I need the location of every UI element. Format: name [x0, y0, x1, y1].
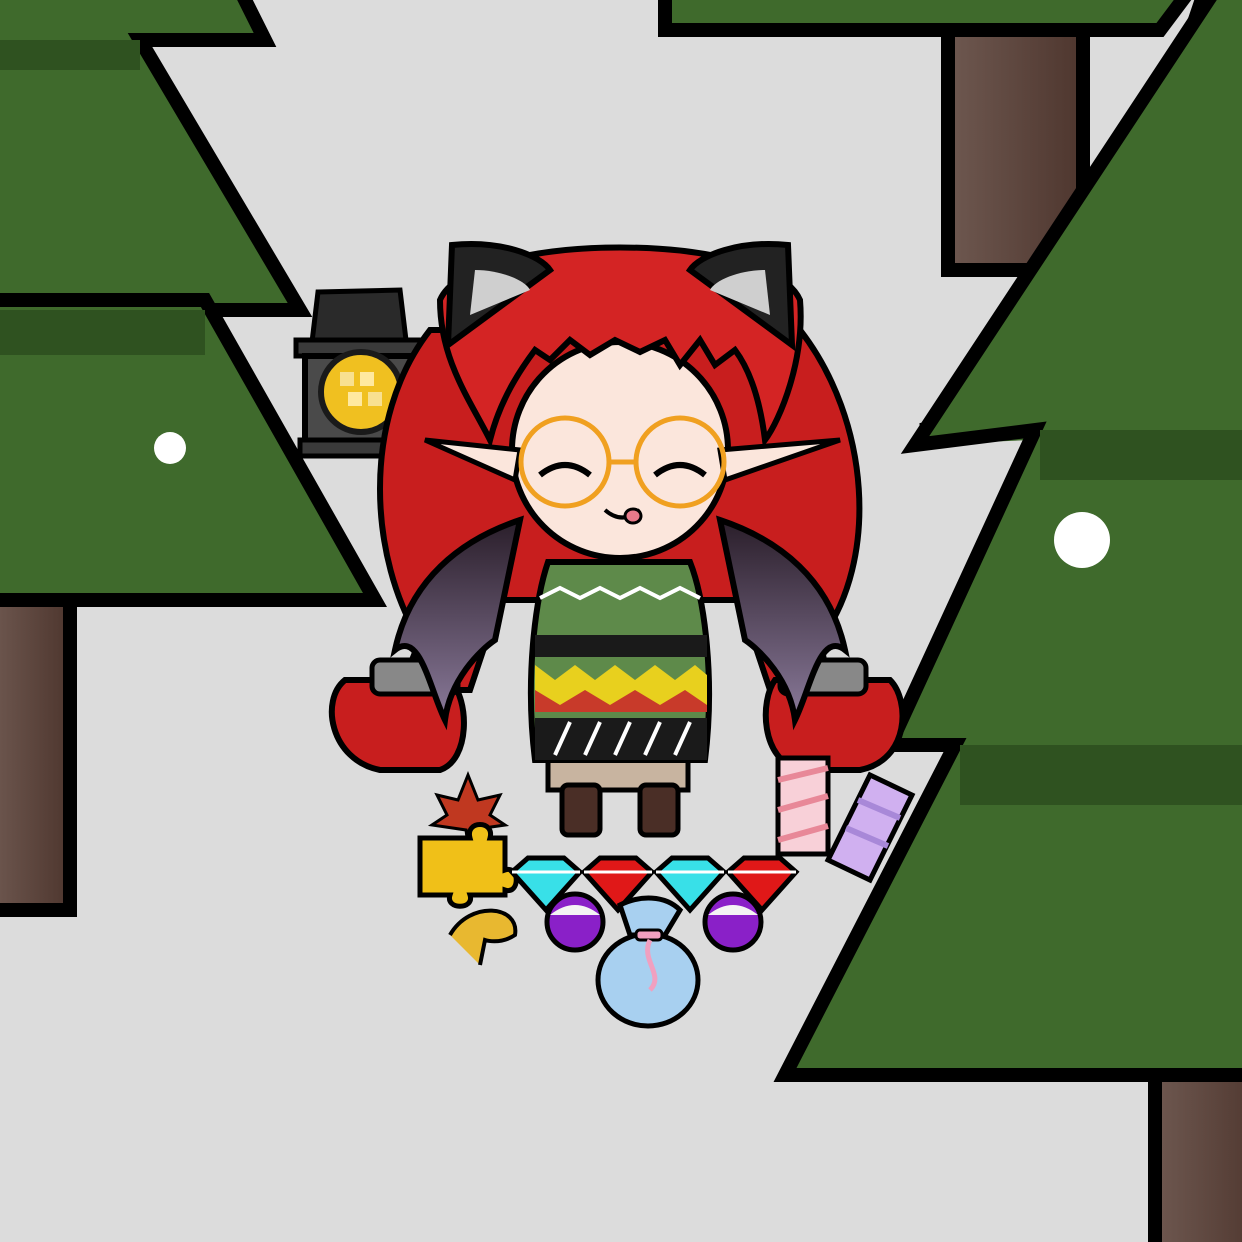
scene-canvas	[0, 0, 1242, 1242]
boot-right	[637, 782, 681, 838]
boot-left	[559, 782, 603, 838]
tree-left-trunk	[0, 593, 77, 917]
snowflake	[154, 432, 186, 464]
snowflake	[1054, 512, 1110, 568]
tree-back-top	[658, 0, 1192, 37]
sweater	[527, 559, 713, 763]
purple-orb-icon[interactable]	[702, 891, 764, 953]
pink-marshmallow-icon[interactable]	[775, 755, 831, 857]
puzzle-piece-icon[interactable]	[417, 822, 519, 909]
tree-right-trunk	[1148, 1063, 1242, 1242]
face	[509, 339, 731, 561]
tongue	[623, 507, 643, 525]
purple-orb-icon[interactable]	[544, 891, 606, 953]
